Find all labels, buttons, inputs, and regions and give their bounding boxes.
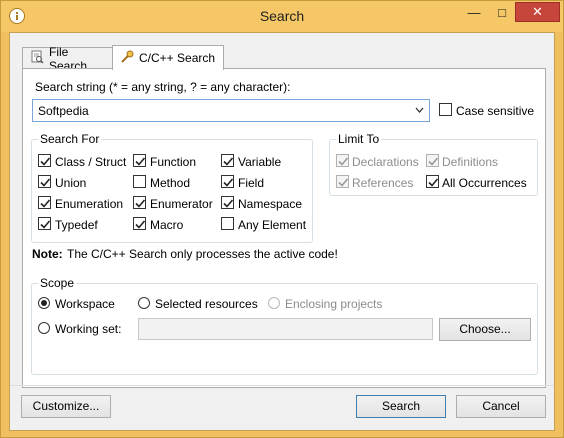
namespace-label: Namespace [238, 197, 303, 211]
search-string-combo[interactable]: Softpedia [32, 99, 430, 122]
any-element-label: Any Element [238, 218, 307, 232]
macro-checkbox[interactable] [133, 217, 146, 230]
case-sensitive-label: Case sensitive [456, 104, 535, 118]
scope-title: Scope [38, 276, 77, 290]
enclosing-projects-radio [268, 297, 280, 309]
enclosing-projects-label: Enclosing projects [285, 297, 383, 311]
typedef-checkbox[interactable] [38, 217, 51, 230]
method-label: Method [150, 176, 191, 190]
definitions-label: Definitions [442, 155, 499, 169]
all-occurrences-label: All Occurrences [442, 176, 527, 190]
union-label: Union [55, 176, 87, 190]
tab-cpp-search-label: C/C++ Search [139, 51, 216, 65]
tab-file-search[interactable]: File Search [22, 45, 113, 73]
workspace-label: Workspace [55, 297, 115, 311]
case-sensitive-checkbox[interactable] [439, 103, 452, 116]
cancel-button[interactable]: Cancel [456, 395, 546, 418]
selected-resources-label: Selected resources [155, 297, 258, 311]
declarations-label: Declarations [352, 155, 419, 169]
search-string-label: Search string (* = any string, ? = any c… [35, 80, 291, 94]
any-element-checkbox[interactable] [221, 217, 234, 230]
working-set-field[interactable] [138, 318, 433, 340]
namespace-checkbox[interactable] [221, 196, 234, 209]
variable-label: Variable [238, 155, 282, 169]
selected-resources-radio[interactable] [138, 297, 150, 309]
enumerator-checkbox[interactable] [133, 196, 146, 209]
union-checkbox[interactable] [38, 175, 51, 188]
class-struct-checkbox[interactable] [38, 154, 51, 167]
field-checkbox[interactable] [221, 175, 234, 188]
note-text: The C/C++ Search only processes the acti… [67, 247, 338, 261]
function-checkbox[interactable] [133, 154, 146, 167]
title-bar[interactable]: Search — □ ✕ [1, 1, 563, 32]
dialog-body: File Search C/C++ Search Search string (… [9, 32, 555, 431]
minimize-button[interactable]: — [461, 2, 487, 22]
enumeration-checkbox[interactable] [38, 196, 51, 209]
chevron-down-icon[interactable] [415, 106, 424, 114]
close-button[interactable]: ✕ [515, 2, 560, 22]
search-string-value[interactable]: Softpedia [38, 104, 89, 118]
working-set-label: Working set: [55, 322, 122, 336]
customize-button[interactable]: Customize... [21, 395, 111, 418]
method-checkbox[interactable] [133, 175, 146, 188]
note-prefix: Note: [32, 247, 63, 261]
working-set-radio[interactable] [38, 322, 50, 334]
workspace-radio[interactable] [38, 297, 50, 309]
enumeration-label: Enumeration [55, 197, 124, 211]
class-struct-label: Class / Struct [55, 155, 127, 169]
enumerator-label: Enumerator [150, 197, 213, 211]
cpp-search-icon [120, 50, 134, 67]
macro-label: Macro [150, 218, 184, 232]
limit-to-title: Limit To [336, 132, 382, 146]
maximize-button[interactable]: □ [489, 2, 515, 22]
footer-separator [10, 385, 554, 386]
all-occurrences-checkbox[interactable] [426, 175, 439, 188]
field-label: Field [238, 176, 265, 190]
declarations-checkbox [336, 154, 349, 167]
references-checkbox [336, 175, 349, 188]
search-for-title: Search For [38, 132, 102, 146]
cpp-search-panel: Search string (* = any string, ? = any c… [22, 68, 546, 388]
typedef-label: Typedef [55, 218, 98, 232]
search-button[interactable]: Search [356, 395, 446, 418]
choose-button[interactable]: Choose... [439, 318, 531, 341]
file-search-icon [30, 50, 44, 67]
definitions-checkbox [426, 154, 439, 167]
references-label: References [352, 176, 414, 190]
search-dialog: Search — □ ✕ File Search C/C++ Search Se… [0, 0, 564, 438]
variable-checkbox[interactable] [221, 154, 234, 167]
function-label: Function [150, 155, 197, 169]
tab-cpp-search[interactable]: C/C++ Search [112, 45, 224, 70]
